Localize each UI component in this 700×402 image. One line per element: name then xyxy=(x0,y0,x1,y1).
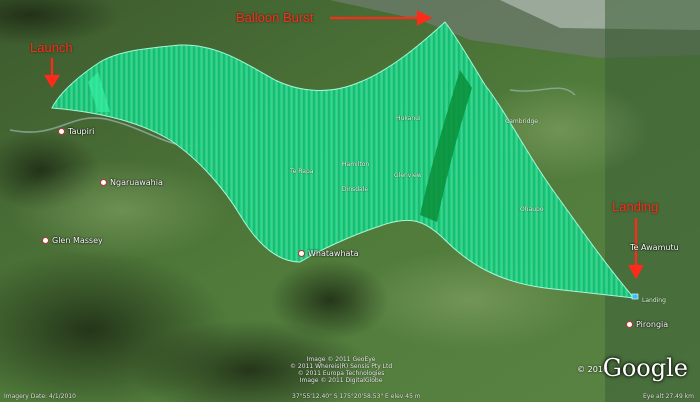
place-whatawhata[interactable]: Whatawhata xyxy=(298,249,358,258)
imagery-date: Imagery Date: 4/1/2010 xyxy=(4,393,76,400)
place-ngaruawahia[interactable]: Ngaruawahia xyxy=(100,178,163,187)
launch-label: Launch xyxy=(30,40,73,55)
place-glenview: Glenview xyxy=(394,172,422,179)
place-taupiri[interactable]: Taupiri xyxy=(58,127,94,136)
imagery-credits: Image © 2011 GeoEye © 2011 Whereis(R) Se… xyxy=(290,356,393,384)
place-te-awamutu[interactable]: Te Awamutu xyxy=(630,243,679,252)
place-marker-icon xyxy=(42,237,49,244)
status-bar: Imagery Date: 4/1/2010 37°55'12.40" S 17… xyxy=(0,389,700,402)
place-marker-icon xyxy=(298,250,305,257)
place-hamilton: Hamilton xyxy=(342,161,370,168)
map-view[interactable]: Launch Balloon Burst Landing Taupiri Nga… xyxy=(0,0,700,402)
satellite-imagery xyxy=(0,0,700,402)
place-marker-icon xyxy=(100,179,107,186)
google-logo: Google xyxy=(602,354,688,382)
place-cambridge: Cambridge xyxy=(505,118,538,125)
place-pirongia[interactable]: Pirongia xyxy=(626,320,668,329)
landing-tag: Landing xyxy=(642,297,666,304)
place-te-rapa: Te Rapa xyxy=(290,168,314,175)
cursor-coordinates: 37°55'12.40" S 175°20'58.53" E elev 45 m xyxy=(292,393,421,400)
eye-altitude: Eye alt 27.49 km xyxy=(643,393,694,400)
place-marker-icon xyxy=(626,321,633,328)
landing-label: Landing xyxy=(612,199,659,214)
place-hukanui: Hukanui xyxy=(396,115,421,122)
place-glen-massey[interactable]: Glen Massey xyxy=(42,236,103,245)
place-ohaupo: Ohaupo xyxy=(520,206,544,213)
balloon-burst-label: Balloon Burst xyxy=(236,10,314,25)
place-marker-icon xyxy=(58,128,65,135)
place-dinsdale: Dinsdale xyxy=(342,186,369,193)
